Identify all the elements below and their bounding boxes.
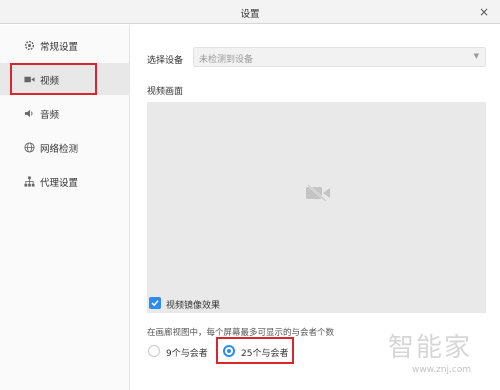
sidebar-item-label: 网络检测 (40, 144, 79, 155)
mirror-checkbox[interactable] (149, 297, 161, 309)
device-select-value: 未检测到设备 (199, 55, 254, 65)
sidebar-item-audio[interactable]: 音频 (0, 97, 130, 129)
sidebar-item-general[interactable]: 常规设置 (0, 29, 130, 61)
mirror-label: 视频镜像效果 (166, 301, 221, 311)
chevron-down-icon: ▼ (473, 52, 479, 60)
sidebar-item-network[interactable]: 网络检测 (0, 131, 130, 163)
device-select[interactable]: 未检测到设备 ▼ (193, 47, 486, 67)
device-label: 选择设备 (147, 56, 184, 66)
title-bar: 设置 × (0, 0, 500, 24)
option-9-participants[interactable]: 9个与会者 (148, 345, 218, 359)
network-icon (24, 176, 35, 187)
option-highlight-box (216, 337, 294, 364)
camera-off-icon (306, 184, 330, 202)
preview-label: 视频画面 (147, 87, 184, 97)
sidebar-item-label: 常规设置 (40, 42, 79, 53)
sidebar-item-label: 代理设置 (40, 178, 79, 189)
watermark-text: 智能家 (388, 333, 473, 363)
close-button[interactable]: × (476, 4, 492, 20)
option-label: 9个与会者 (166, 349, 208, 359)
watermark: 智能家 www.znj.com (382, 327, 500, 390)
sidebar-item-proxy[interactable]: 代理设置 (0, 165, 130, 197)
sidebar-item-label: 音频 (40, 110, 60, 121)
radio-9[interactable] (148, 345, 160, 357)
window-title: 设置 (240, 9, 260, 20)
video-highlight-box (10, 63, 97, 95)
watermark-url: www.znj.com (412, 365, 472, 375)
video-preview (147, 102, 486, 313)
gear-icon (24, 40, 35, 51)
speaker-icon (24, 109, 33, 118)
check-icon (151, 300, 159, 307)
globe-icon (24, 142, 35, 153)
